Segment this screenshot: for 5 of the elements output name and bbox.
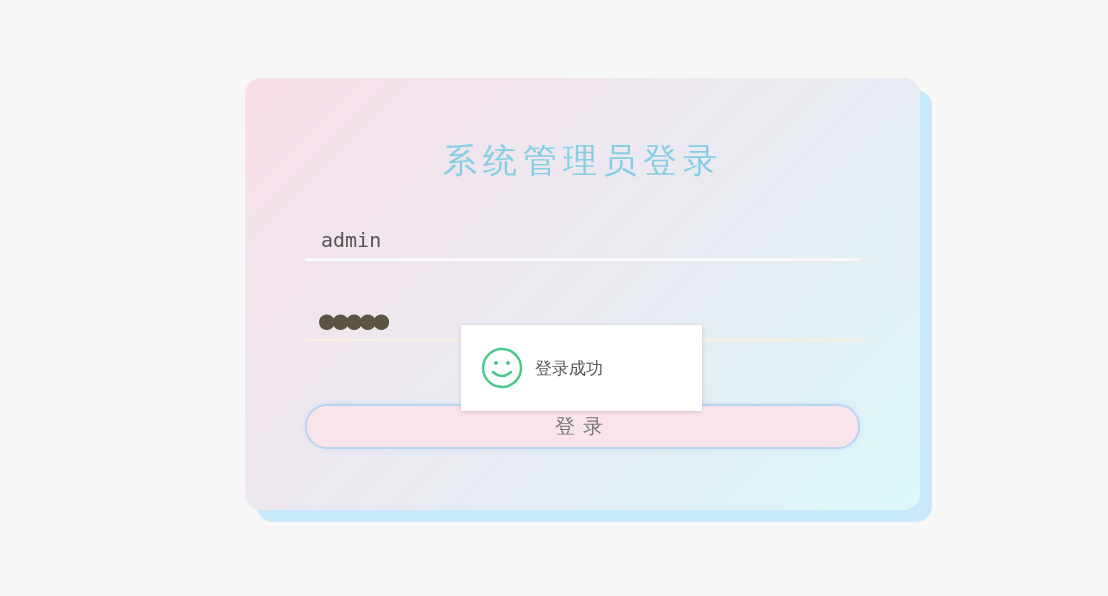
login-title: 系统管理员登录: [441, 139, 724, 182]
toast-message: 登录成功: [535, 356, 603, 380]
login-button[interactable]: 登录: [305, 404, 860, 449]
smiley-icon: [481, 347, 523, 389]
username-field[interactable]: admin: [305, 221, 860, 261]
